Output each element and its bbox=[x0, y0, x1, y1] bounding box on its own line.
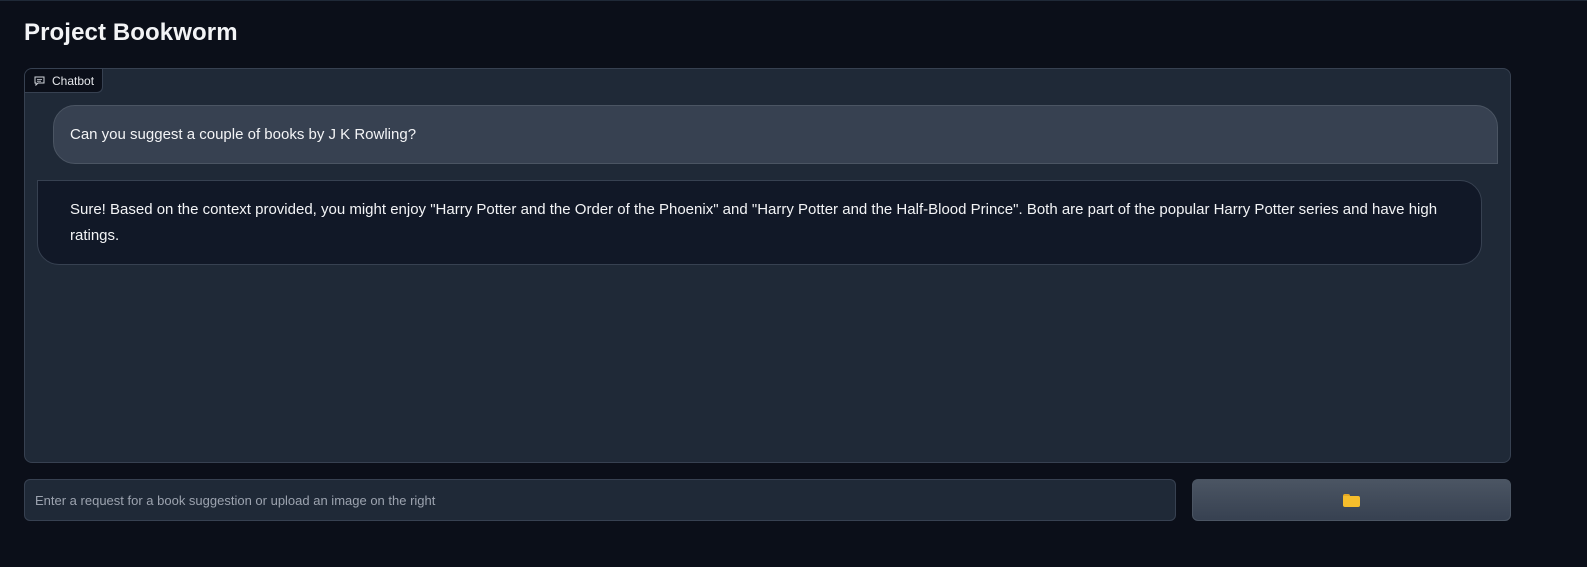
user-message: Can you suggest a couple of books by J K… bbox=[53, 105, 1498, 164]
request-input[interactable] bbox=[24, 479, 1176, 521]
page-title: Project Bookworm bbox=[24, 19, 238, 46]
chatbot-panel[interactable]: Chatbot Can you suggest a couple of book… bbox=[24, 68, 1511, 463]
chat-bubble-icon bbox=[34, 76, 45, 86]
chatbot-label: Chatbot bbox=[25, 69, 104, 93]
upload-image-button[interactable] bbox=[1192, 479, 1511, 521]
folder-icon bbox=[1343, 493, 1360, 507]
chatbot-label-text: Chatbot bbox=[52, 73, 95, 88]
app-root: Project Bookworm Chatbot Can you suggest… bbox=[0, 0, 1587, 567]
bot-message: Sure! Based on the context provided, you… bbox=[37, 180, 1482, 265]
